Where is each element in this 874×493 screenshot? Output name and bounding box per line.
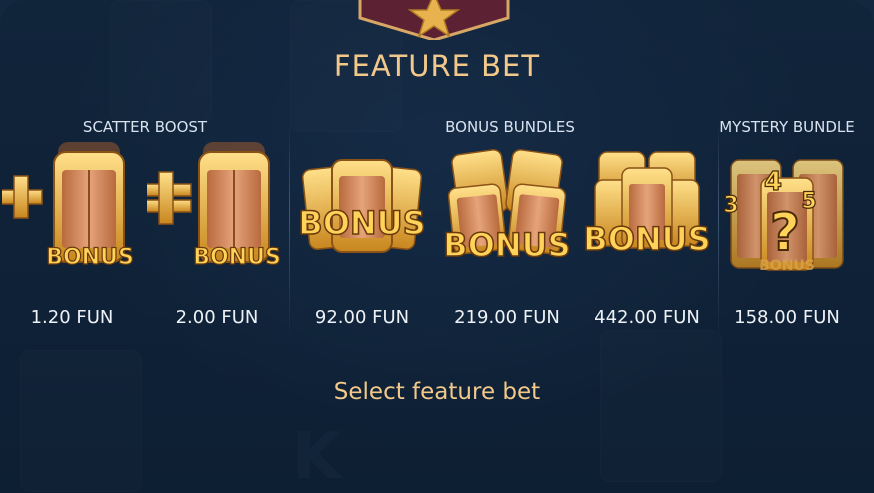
question-mark-icon: ?	[770, 203, 800, 263]
bonus-bundle-3-option[interactable]: BONUS 442.00 FUN	[577, 138, 717, 338]
bonus-bundle-2-option[interactable]: BONUS 219.00 FUN	[437, 138, 577, 338]
scatter-boost-2-option[interactable]: BONUS 2.00 FUN	[147, 138, 287, 338]
bonus-chest-bundle-icon: BONUS	[443, 149, 571, 265]
group-label-scatter-boost: SCATTER BOOST	[82, 118, 208, 136]
group-label-mystery-bundle: MYSTERY BUNDLE	[719, 118, 855, 136]
price-label: 442.00 FUN	[594, 307, 700, 328]
feature-bet-screen: K FEATURE BET SCATTER BOOST BONUS BUNDLE…	[0, 0, 874, 493]
select-feature-bet-prompt: Select feature bet	[333, 379, 541, 405]
mystery-number-label: 5	[801, 189, 816, 214]
bonus-label: BONUS	[443, 226, 570, 264]
bonus-label: BONUS	[759, 258, 815, 274]
bonus-bundle-1-option[interactable]: BONUS 92.00 FUN	[292, 138, 432, 338]
bonus-chest-bundle-icon: BONUS	[583, 151, 711, 259]
bonus-label: BONUS	[583, 220, 710, 258]
bonus-label: BONUS	[46, 245, 134, 270]
price-label: 219.00 FUN	[454, 307, 560, 328]
price-label: 1.20 FUN	[30, 307, 114, 328]
scatter-boost-1-option[interactable]: BONUS 1.20 FUN	[2, 138, 142, 338]
group-label-bonus-bundles: BONUS BUNDLES	[445, 118, 575, 136]
price-label: 158.00 FUN	[734, 307, 840, 328]
mystery-number-label: 3	[723, 193, 738, 218]
bonus-label: BONUS	[298, 204, 425, 242]
mystery-number-label: 4	[764, 167, 782, 197]
bonus-chest-bundle-icon: BONUS	[298, 159, 426, 253]
price-label: 92.00 FUN	[314, 307, 410, 328]
mystery-bundle-option[interactable]: 3 4 5 ? BONUS 158.00 FUN	[717, 138, 857, 338]
star-badge-icon	[358, 0, 510, 40]
group-divider	[289, 122, 290, 340]
bonus-label: BONUS	[193, 245, 281, 270]
plus-one-bonus-chest-icon: BONUS	[2, 142, 134, 271]
page-title: FEATURE BET	[333, 49, 541, 83]
mystery-bundle-icon: 3 4 5 ? BONUS	[723, 159, 844, 274]
price-label: 2.00 FUN	[175, 307, 259, 328]
plus-double-bonus-chest-icon: BONUS	[147, 142, 281, 271]
